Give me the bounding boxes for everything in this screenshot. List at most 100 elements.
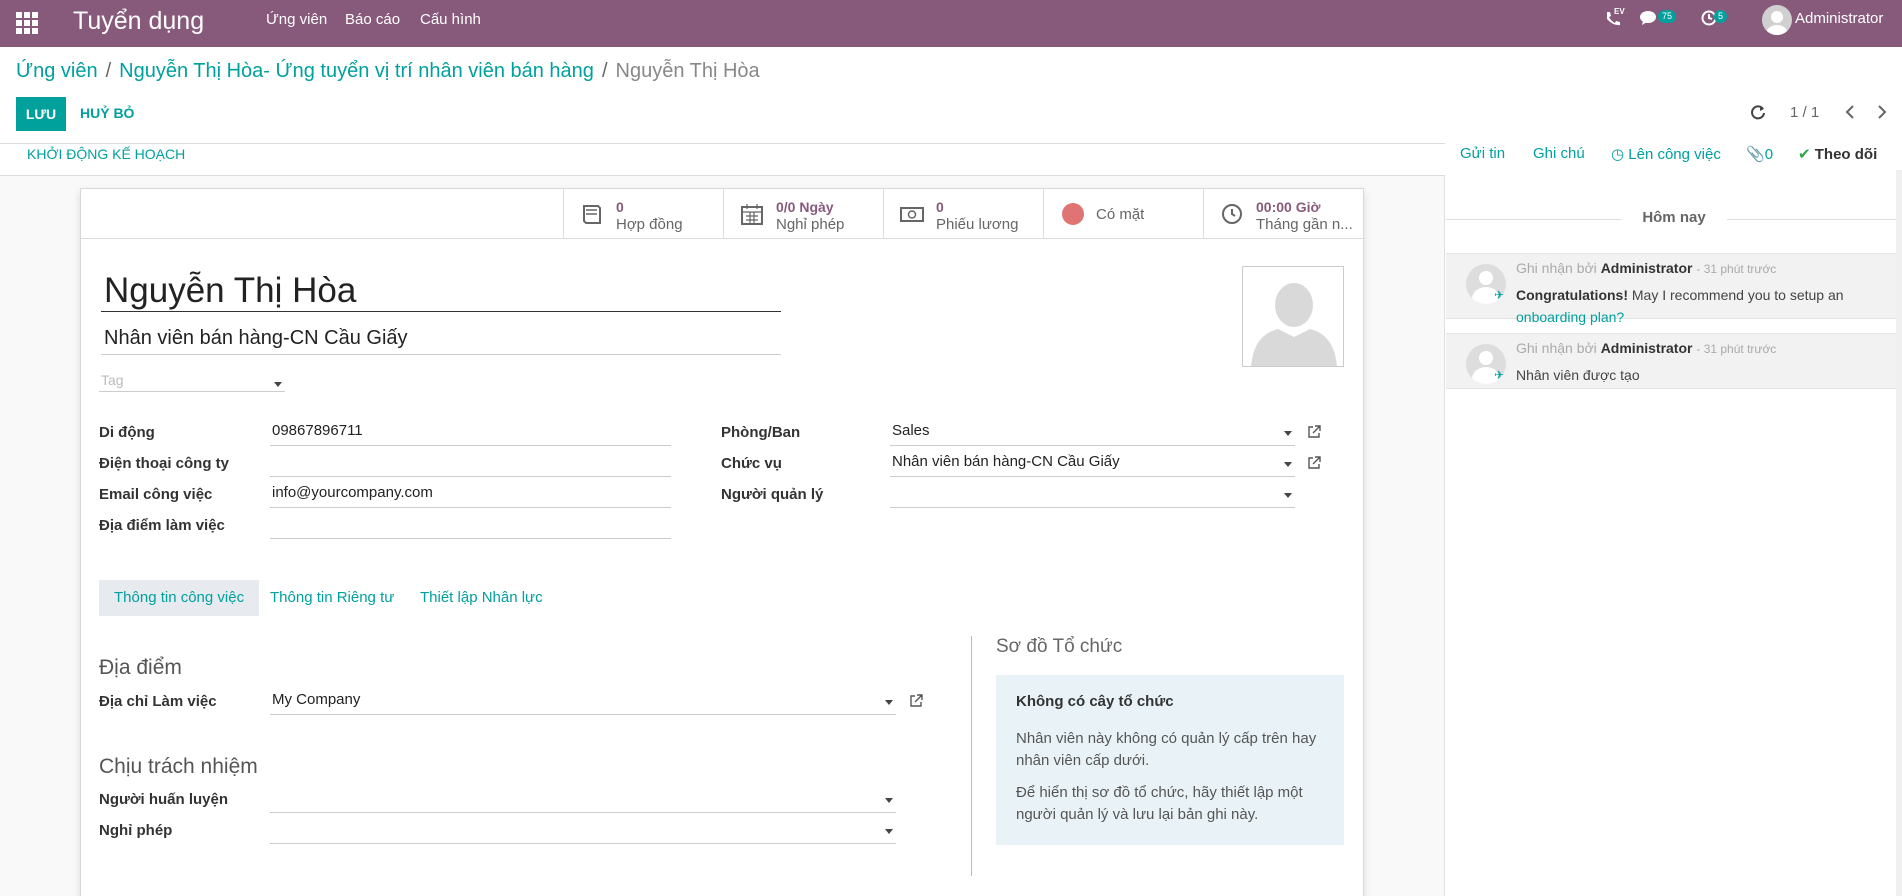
- work-phone-label: Điện thoại công ty: [99, 455, 230, 472]
- onboarding-plan-link[interactable]: onboarding plan?: [1516, 309, 1624, 325]
- breadcrumb-current: Nguyễn Thị Hòa: [615, 60, 760, 82]
- breadcrumb: Ứng viên / Nguyễn Thị Hòa- Ứng tuyển vị tr…: [16, 60, 760, 82]
- launch-plan-button[interactable]: KHỞI ĐỘNG KẾ HOẠCH: [27, 146, 185, 162]
- smart-button-leaves[interactable]: 0/0 Ngày Nghỉ phép: [723, 189, 883, 239]
- department-external-link-icon[interactable]: [1307, 425, 1321, 439]
- voip-phone-icon[interactable]: EV: [1604, 7, 1625, 32]
- pager-value[interactable]: 1 / 1: [1790, 104, 1819, 121]
- coach-select[interactable]: [270, 787, 896, 813]
- employee-form-sheet: 0 Hợp đồng 0/0 Ngày Nghỉ phép 0 Phiếu lư…: [80, 188, 1364, 896]
- responsible-section-title: Chịu trách nhiệm: [99, 755, 258, 778]
- work-address-external-link-icon[interactable]: [909, 694, 923, 708]
- user-menu[interactable]: Administrator: [1795, 10, 1883, 27]
- person-placeholder-icon: [1251, 283, 1337, 366]
- app-brand: Tuyển dụng: [73, 7, 205, 35]
- send-message-button[interactable]: Gửi tin: [1460, 145, 1505, 162]
- pager-previous-icon[interactable]: [1844, 104, 1856, 124]
- messages-count-badge: 75: [1658, 10, 1677, 23]
- employee-photo[interactable]: [1242, 266, 1344, 367]
- attachments-button[interactable]: 📎0: [1746, 145, 1773, 163]
- menu-applicants[interactable]: Ứng viên: [266, 11, 327, 28]
- work-location-label: Địa điểm làm việc: [99, 517, 225, 534]
- tag-dropdown-caret-icon[interactable]: [274, 382, 282, 387]
- user-avatar[interactable]: [1762, 5, 1792, 35]
- chatter-topbar: Gửi tin Ghi chú ◷ Lên công việc 📎0 ✔ The…: [1446, 143, 1902, 167]
- work-location-input[interactable]: [270, 513, 671, 539]
- tag-input[interactable]: Tag: [99, 372, 285, 392]
- message-time: - 31 phút trước: [1696, 342, 1777, 356]
- schedule-activity-button[interactable]: ◷ Lên công việc: [1611, 145, 1721, 163]
- work-email-input[interactable]: info@yourcompany.com: [270, 482, 671, 508]
- smart-buttons-bar: 0 Hợp đồng 0/0 Ngày Nghỉ phép 0 Phiếu lư…: [81, 189, 1363, 239]
- refresh-icon[interactable]: [1750, 104, 1766, 124]
- smart-button-hours[interactable]: 00:00 Giờ Tháng gần n...: [1203, 189, 1363, 239]
- chatter-panel: Gửi tin Ghi chú ◷ Lên công việc 📎0 ✔ The…: [1446, 143, 1902, 896]
- department-label: Phòng/Ban: [721, 424, 801, 441]
- form-statusbar: KHỞI ĐỘNG KẾ HOẠCH: [0, 143, 1445, 176]
- breadcrumb-application[interactable]: Nguyễn Thị Hòa- Ứng tuyển vị trí nhân vi…: [119, 60, 594, 82]
- save-button[interactable]: LƯU: [16, 97, 66, 131]
- org-chart-divider: [971, 636, 972, 876]
- job-position-select[interactable]: Nhân viên bán hàng-CN Cầu Giấy: [890, 451, 1295, 477]
- smart-button-payslips[interactable]: 0 Phiếu lương: [883, 189, 1043, 239]
- message-time: - 31 phút trước: [1696, 262, 1777, 276]
- coach-label: Người huấn luyện: [99, 791, 229, 808]
- tab-hr-settings[interactable]: Thiết lập Nhân lực: [405, 580, 558, 616]
- employee-name-input[interactable]: Nguyễn Thị Hòa: [101, 269, 781, 312]
- job-title-input[interactable]: Nhân viên bán hàng-CN Cầu Giấy: [101, 327, 781, 355]
- message-body: Nhân viên được tạo: [1516, 367, 1640, 383]
- org-chart-text-2: Để hiển thị sơ đồ tổ chức, hãy thiết lập…: [1016, 784, 1303, 823]
- apps-menu-icon[interactable]: [14, 10, 38, 34]
- discard-button[interactable]: HUỶ BỎ: [80, 105, 134, 121]
- pager-next-icon[interactable]: [1876, 104, 1888, 124]
- smart-button-contracts[interactable]: 0 Hợp đồng: [563, 189, 723, 239]
- chatter-scrollbar[interactable]: [1896, 170, 1902, 896]
- org-chart-empty-box: Không có cây tổ chức Nhân viên này không…: [996, 675, 1344, 845]
- manager-select[interactable]: [890, 482, 1295, 508]
- department-select[interactable]: Sales: [890, 420, 1295, 446]
- message-author[interactable]: Administrator: [1601, 260, 1693, 276]
- user-name: Administrator: [1795, 10, 1884, 27]
- clock-icon: [1222, 204, 1242, 224]
- book-icon: [583, 205, 601, 224]
- mobile-input[interactable]: 09867896711: [270, 420, 671, 446]
- messages-icon[interactable]: [1640, 10, 1658, 30]
- leave-approver-label: Nghỉ phép: [99, 822, 173, 839]
- message-author[interactable]: Administrator: [1601, 340, 1693, 356]
- tab-private-information[interactable]: Thông tin Riêng tư: [255, 580, 409, 616]
- chatter-message: ✈ Ghi nhận bởi Administrator - 31 phút t…: [1446, 253, 1900, 325]
- leave-approver-select[interactable]: [270, 818, 896, 844]
- smart-button-presence[interactable]: Có mặt: [1043, 189, 1203, 239]
- log-note-button[interactable]: Ghi chú: [1533, 145, 1585, 162]
- money-icon: [900, 207, 924, 222]
- work-address-label: Địa chỉ Làm việc: [99, 693, 217, 710]
- work-address-caret-icon[interactable]: [885, 700, 893, 705]
- chatter-message: ✈ Ghi nhận bởi Administrator - 31 phút t…: [1446, 333, 1900, 389]
- paper-plane-icon: ✈: [1494, 368, 1505, 382]
- check-icon: ✔: [1798, 146, 1811, 163]
- department-caret-icon[interactable]: [1284, 431, 1292, 436]
- calendar-icon: [741, 204, 763, 225]
- manager-label: Người quản lý: [721, 486, 824, 503]
- paperclip-icon: 📎: [1746, 146, 1765, 163]
- job-position-label: Chức vụ: [721, 455, 782, 472]
- coach-caret-icon[interactable]: [885, 798, 893, 803]
- manager-caret-icon[interactable]: [1284, 493, 1292, 498]
- menu-reports[interactable]: Báo cáo: [345, 11, 400, 28]
- work-phone-input[interactable]: [270, 451, 671, 477]
- activities-count-badge: 5: [1714, 10, 1728, 23]
- job-position-caret-icon[interactable]: [1284, 462, 1292, 467]
- presence-dot-icon: [1062, 203, 1084, 225]
- breadcrumb-applicants[interactable]: Ứng viên: [16, 60, 98, 82]
- job-position-external-link-icon[interactable]: [1307, 456, 1321, 470]
- leave-approver-caret-icon[interactable]: [885, 829, 893, 834]
- org-chart-title: Sơ đồ Tổ chức: [996, 636, 1123, 657]
- tab-work-information[interactable]: Thông tin công việc: [99, 580, 260, 616]
- top-navbar: Tuyển dụng Ứng viên Báo cáo Cấu hình EV …: [0, 0, 1902, 47]
- org-chart-heading: Không có cây tổ chức: [1016, 693, 1174, 710]
- mobile-label: Di động: [99, 424, 155, 441]
- menu-configuration[interactable]: Cấu hình: [420, 11, 481, 28]
- work-address-select[interactable]: My Company: [270, 689, 896, 715]
- location-section-title: Địa điểm: [99, 656, 182, 679]
- follow-button[interactable]: ✔ Theo dõi: [1798, 145, 1877, 163]
